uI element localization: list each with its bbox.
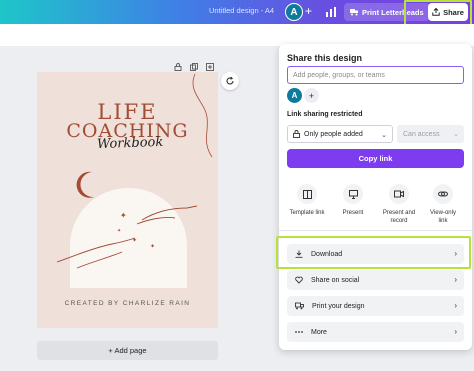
panel-divider [279, 230, 472, 231]
share-social-row[interactable]: Share on social › [287, 270, 464, 290]
insights-icon[interactable] [325, 5, 337, 23]
design-page[interactable]: LIFE COACHING Workbook ✦ ✦ ✦ ✦ CREATED B… [37, 72, 218, 328]
add-page-icon[interactable] [206, 58, 214, 71]
more-icon [295, 331, 303, 333]
svg-text:✦: ✦ [132, 237, 137, 244]
share-button-highlight [404, 0, 472, 26]
add-people-input[interactable]: Add people, groups, or teams [287, 66, 464, 84]
copy-link-button[interactable]: Copy link [287, 149, 464, 168]
chevron-right-icon: › [454, 275, 457, 284]
present-icon [348, 189, 358, 199]
lock-icon[interactable] [174, 58, 182, 71]
chevron-down-icon: ⌄ [381, 132, 387, 139]
add-collaborator-button[interactable]: + [305, 5, 312, 17]
permission-select-value: Can access [403, 130, 440, 138]
svg-text:✦: ✦ [150, 243, 155, 250]
share-panel-title: Share this design [287, 53, 363, 63]
more-label: More [311, 328, 327, 336]
present-record-label: Present and record [382, 210, 416, 224]
link-icon [438, 191, 448, 197]
download-highlight [276, 236, 471, 269]
present-record-option[interactable]: Present and record [381, 184, 417, 225]
lock-icon [293, 130, 300, 138]
svg-text:✦: ✦ [117, 228, 121, 234]
link-sharing-label: Link sharing restricted [287, 111, 363, 118]
truck-icon [295, 302, 304, 310]
record-icon [394, 190, 404, 198]
template-link-option[interactable]: Template link [289, 184, 325, 217]
template-link-label: Template link [289, 210, 325, 216]
page-tools [174, 58, 214, 71]
heart-icon [295, 276, 303, 284]
user-avatar[interactable]: A [285, 3, 303, 21]
editor-toolbar [0, 24, 474, 46]
print-design-label: Print your design [312, 302, 365, 310]
template-icon [302, 189, 312, 199]
truck-icon [350, 9, 358, 16]
refresh-icon [226, 76, 234, 85]
collaborator-avatar[interactable]: A [287, 88, 302, 103]
chevron-right-icon: › [454, 327, 457, 336]
svg-text:✦: ✦ [120, 211, 127, 220]
more-row[interactable]: More › [287, 322, 464, 342]
view-only-label: View-only link [430, 210, 456, 224]
created-by-text: CREATED BY CHARLIZE RAIN [64, 300, 191, 307]
present-option[interactable]: Present [335, 184, 371, 217]
duplicate-icon[interactable] [190, 58, 198, 71]
add-collaborator-small-button[interactable]: + [304, 88, 319, 103]
share-social-label: Share on social [311, 276, 360, 284]
view-only-option[interactable]: View-only link [425, 184, 461, 225]
chevron-down-icon: ⌄ [453, 131, 459, 138]
share-panel: Share this design Add people, groups, or… [279, 44, 472, 350]
add-page-button[interactable]: + Add page [37, 341, 218, 360]
hands-illustration: ✦ ✦ ✦ ✦ [56, 171, 198, 269]
permission-select[interactable]: Can access ⌄ [397, 125, 464, 143]
access-select[interactable]: Only people added ⌄ [287, 125, 393, 143]
print-design-row[interactable]: Print your design › [287, 296, 464, 316]
refresh-button[interactable] [221, 72, 239, 90]
chevron-right-icon: › [454, 301, 457, 310]
present-label: Present [342, 210, 364, 216]
top-bar: Untitled design - A4 A + Print Letterhea… [0, 0, 474, 24]
document-title[interactable]: Untitled design - A4 [209, 6, 274, 15]
access-select-value: Only people added [304, 130, 363, 138]
